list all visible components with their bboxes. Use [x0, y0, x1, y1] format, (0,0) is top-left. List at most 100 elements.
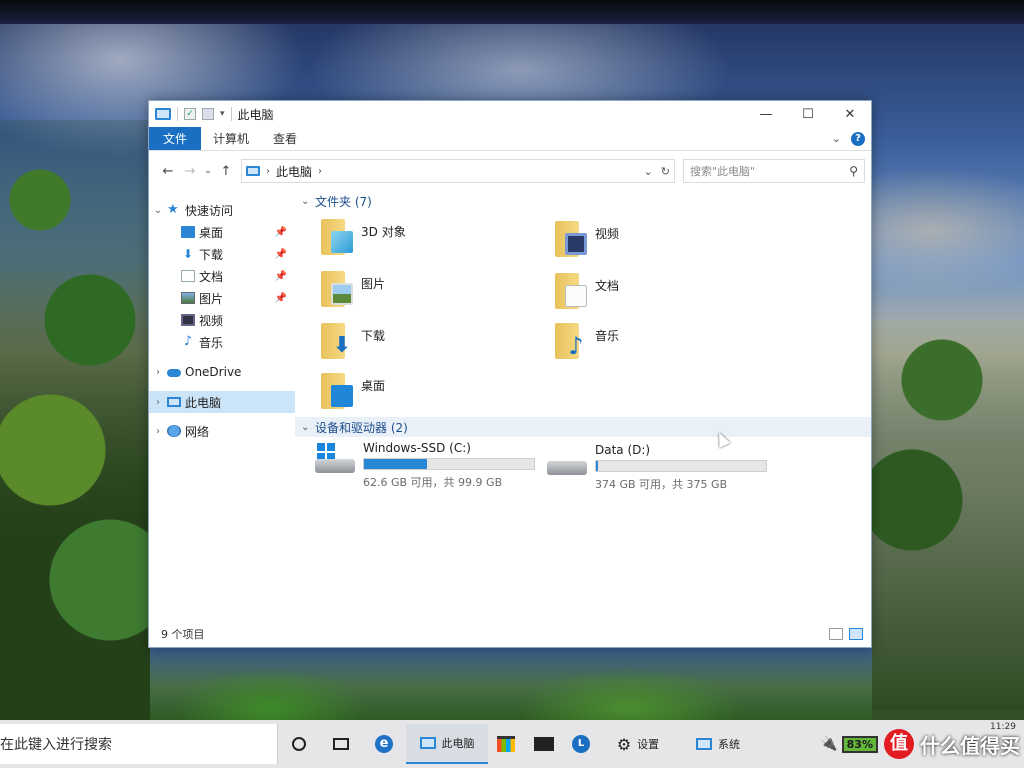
nav-item-pictures[interactable]: 图片 📌	[149, 287, 295, 309]
address-history-dropdown-icon[interactable]: ⌄	[644, 165, 653, 178]
pictures-folder-icon	[319, 269, 353, 309]
expand-chevron-icon[interactable]: ›	[149, 397, 167, 408]
nav-item-documents[interactable]: 文档 📌	[149, 265, 295, 287]
folder-label: 音乐	[595, 329, 620, 343]
nav-item-desktop[interactable]: 桌面 📌	[149, 221, 295, 243]
nav-item-videos[interactable]: 视频	[149, 309, 295, 331]
folder-desktop[interactable]: 桌面	[319, 371, 539, 417]
nav-onedrive[interactable]: › OneDrive	[149, 361, 295, 383]
this-pc-icon[interactable]	[155, 108, 171, 120]
document-icon	[181, 270, 195, 282]
taskbar-search-text: 在此键入进行搜索	[0, 737, 112, 753]
videos-folder-icon	[553, 219, 587, 259]
search-icon[interactable]: ⚲	[849, 164, 858, 178]
up-arrow-icon[interactable]: ↑	[215, 164, 237, 179]
windows-drive-icon	[315, 441, 355, 481]
expand-chevron-icon[interactable]: ›	[149, 367, 167, 378]
edge-icon: e	[375, 735, 393, 753]
nav-label: 音乐	[199, 335, 224, 350]
group-title: 设备和驱动器 (2)	[315, 420, 408, 435]
address-bar[interactable]: › 此电脑 › ⌄ ↻	[241, 159, 675, 183]
drive-name: Windows-SSD (C:)	[363, 441, 471, 455]
nav-network[interactable]: › 网络	[149, 420, 295, 442]
nav-label: 文档	[199, 269, 224, 284]
nav-label: 快速访问	[185, 203, 234, 218]
window-controls: — ☐ ✕	[745, 101, 871, 127]
item-count: 9 个项目	[161, 628, 205, 641]
edge-button[interactable]: e	[362, 724, 406, 764]
help-icon[interactable]: ?	[851, 131, 865, 146]
drive-usage-fill	[596, 461, 598, 471]
folders-group-header[interactable]: ⌄ 文件夹 (7)	[301, 191, 372, 211]
expand-chevron-icon[interactable]: ›	[149, 426, 167, 437]
minimize-button[interactable]: —	[745, 101, 787, 127]
star-icon: ★	[167, 202, 179, 217]
tab-view[interactable]: 查看	[261, 127, 309, 150]
gear-icon: ⚙	[616, 734, 632, 754]
taskbar-system-button[interactable]: 系统	[678, 724, 758, 764]
breadcrumb-chevron-icon[interactable]: ›	[318, 166, 322, 177]
folder-3d-objects[interactable]: 3D 对象	[319, 217, 539, 263]
music-icon: ♪	[183, 334, 193, 349]
folder-label: 文档	[595, 279, 620, 293]
drive-d[interactable]: Data (D:) 374 GB 可用，共 375 GB	[547, 443, 771, 491]
collapse-chevron-icon[interactable]: ⌄	[301, 196, 315, 207]
collapse-chevron-icon[interactable]: ⌄	[301, 422, 315, 433]
mail-button[interactable]	[524, 724, 564, 764]
store-button[interactable]	[488, 724, 524, 764]
nav-quick-access[interactable]: ⌄ ★ 快速访问	[149, 199, 295, 221]
drive-c[interactable]: Windows-SSD (C:) 62.6 GB 可用，共 99.9 GB	[315, 441, 539, 489]
wallpaper-foliage-right	[872, 320, 1024, 710]
documents-folder-icon	[553, 271, 587, 311]
clock-app-button[interactable]: L	[564, 724, 598, 764]
search-input[interactable]	[690, 164, 840, 178]
details-view-icon[interactable]	[829, 628, 843, 640]
tab-file[interactable]: 文件	[149, 127, 202, 150]
desktop-icon	[181, 226, 195, 238]
expand-chevron-icon[interactable]: ⌄	[149, 205, 167, 216]
breadcrumb-this-pc[interactable]: 此电脑	[276, 163, 312, 180]
nav-label: 视频	[199, 313, 224, 328]
customize-toolbar-dropdown[interactable]: ▾	[220, 109, 225, 119]
watermark: 值 什么值得买	[884, 729, 1020, 759]
window-title: 此电脑	[237, 107, 274, 122]
taskbar-app-label: 设置	[637, 738, 660, 751]
devices-group-header[interactable]: ⌄ 设备和驱动器 (2)	[295, 417, 871, 437]
plug-icon: 🔌	[820, 736, 838, 752]
clock-app-icon: L	[572, 735, 590, 753]
taskbar-app-label: 系统	[718, 738, 740, 751]
folder-music[interactable]: ♪ 音乐	[553, 321, 773, 367]
folder-label: 视频	[595, 227, 620, 241]
watermark-text: 什么值得买	[920, 733, 1020, 758]
breadcrumb-chevron-icon[interactable]: ›	[266, 166, 270, 177]
nav-label: 图片	[199, 291, 224, 306]
close-button[interactable]: ✕	[829, 101, 871, 127]
taskbar-clock[interactable]: 11:29	[990, 722, 1016, 732]
taskbar-search-box[interactable]: 在此键入进行搜索	[0, 724, 278, 764]
folder-pictures[interactable]: 图片	[319, 269, 539, 315]
maximize-button[interactable]: ☐	[787, 101, 829, 127]
folder-downloads[interactable]: ⬇ 下载	[319, 321, 539, 367]
nav-this-pc[interactable]: › 此电脑	[149, 391, 295, 413]
battery-indicator[interactable]: 🔌 83%	[820, 735, 878, 753]
tab-computer[interactable]: 计算机	[201, 127, 261, 150]
refresh-icon[interactable]: ↻	[661, 165, 670, 178]
folder-videos[interactable]: 视频	[553, 219, 773, 265]
cortana-button[interactable]	[278, 724, 320, 764]
nav-item-downloads[interactable]: ⬇ 下载 📌	[149, 243, 295, 265]
drive-free-space: 374 GB 可用，共 375 GB	[595, 478, 728, 491]
new-folder-icon[interactable]	[202, 108, 214, 120]
recent-locations-dropdown-icon[interactable]: ⌄	[201, 166, 215, 176]
folder-documents[interactable]: 文档	[553, 271, 773, 317]
search-box[interactable]: ⚲	[683, 159, 865, 183]
expand-ribbon-chevron-icon[interactable]: ⌄	[832, 132, 841, 145]
forward-arrow-icon[interactable]: →	[179, 164, 201, 179]
large-icons-view-icon[interactable]	[849, 628, 863, 640]
taskbar-settings-button[interactable]: ⚙ 设置	[598, 724, 678, 764]
taskbar-explorer-button[interactable]: 此电脑	[406, 724, 488, 764]
task-view-button[interactable]	[320, 724, 362, 764]
properties-icon[interactable]: ✓	[184, 108, 196, 120]
back-arrow-icon[interactable]: ←	[157, 164, 179, 179]
nav-item-music[interactable]: ♪ 音乐	[149, 331, 295, 353]
cortana-icon	[292, 737, 306, 751]
